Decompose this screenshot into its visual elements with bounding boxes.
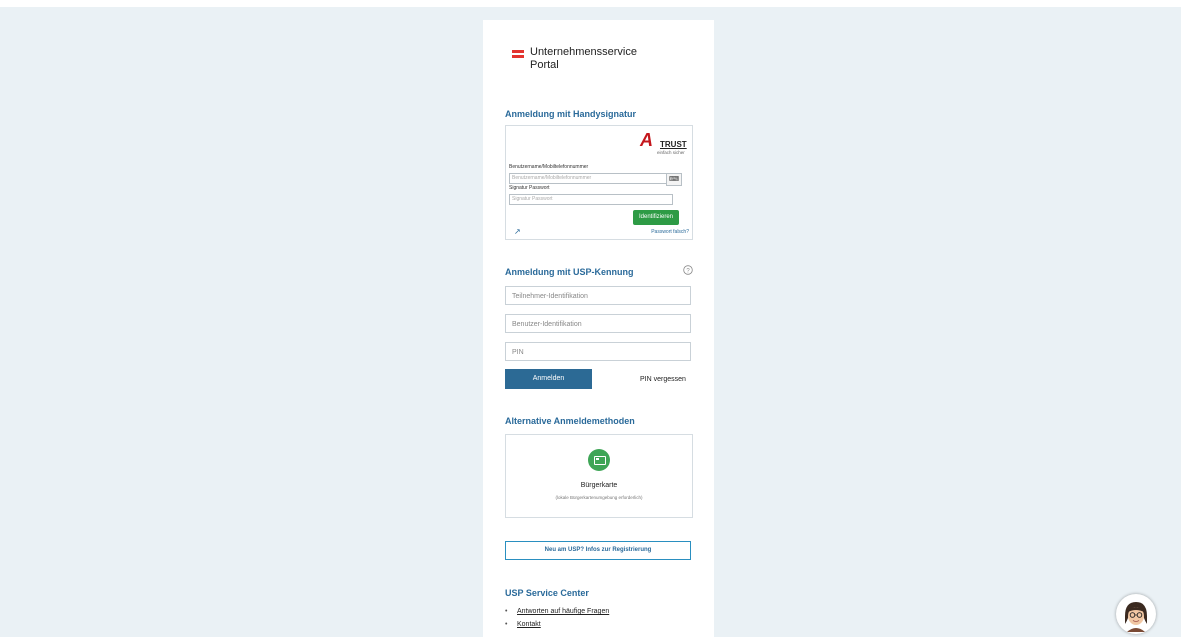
register-button[interactable]: Neu am USP? Infos zur Registrierung: [505, 541, 691, 560]
assistant-face-icon: [1118, 596, 1154, 632]
login-button[interactable]: Anmelden: [505, 369, 592, 389]
a-trust-name: TRUST: [660, 140, 687, 149]
handysignatur-title: Anmeldung mit Handysignatur: [505, 109, 637, 119]
service-center-title: USP Service Center: [505, 588, 589, 598]
service-center-links: Antworten auf häufige Fragen Kontakt: [505, 608, 609, 634]
portal-logo[interactable]: Unternehmensservice Portal: [512, 46, 637, 72]
buergerkarte-title: Bürgerkarte: [580, 482, 618, 489]
external-link-icon[interactable]: ↗: [514, 227, 521, 236]
handysignatur-frame: A TRUST einfach sicher Benutzername/Mobi…: [505, 125, 693, 240]
contact-link-item[interactable]: Kontakt: [505, 621, 609, 628]
help-circle-icon: ?: [683, 265, 693, 275]
portal-name: Unternehmensservice Portal: [530, 46, 637, 72]
faq-link[interactable]: Antworten auf häufige Fragen: [517, 608, 609, 615]
identify-button[interactable]: Identifizieren: [633, 210, 679, 225]
buergerkarte-subtitle: (lokale Bürgerkartenumgebung erforderlic…: [555, 495, 643, 500]
top-strip: [0, 0, 1181, 7]
a-trust-tagline: einfach sicher: [657, 150, 685, 155]
usp-title: Anmeldung mit USP-Kennung: [505, 267, 634, 277]
username-input[interactable]: Benutzername/Mobiltelefonnummer: [509, 173, 673, 184]
faq-link-item[interactable]: Antworten auf häufige Fragen: [505, 608, 609, 615]
contact-link[interactable]: Kontakt: [517, 621, 541, 628]
password-input[interactable]: Signatur Passwort: [509, 194, 673, 205]
show-keyboard-icon[interactable]: ⌨: [666, 173, 682, 186]
a-trust-mark: A: [640, 130, 653, 150]
user-id-input[interactable]: Benutzer-Identifikation: [505, 314, 691, 333]
help-icon[interactable]: ?: [683, 265, 693, 277]
chat-assistant-avatar-icon[interactable]: [1116, 594, 1156, 634]
buergerkarte-option[interactable]: Bürgerkarte (lokale Bürgerkartenumgebung…: [505, 434, 693, 518]
portal-name-line2: Portal: [530, 59, 559, 71]
pin-input[interactable]: PIN: [505, 342, 691, 361]
password-label: Signatur Passwort: [509, 185, 550, 191]
password-wrong-link[interactable]: Passwort falsch?: [651, 229, 689, 235]
login-card: Unternehmensservice Portal Anmeldung mit…: [483, 20, 714, 637]
username-label: Benutzername/Mobiltelefonnummer: [509, 164, 589, 170]
pin-forgot-link[interactable]: PIN vergessen: [640, 376, 686, 383]
participant-id-input[interactable]: Teilnehmer-Identifikation: [505, 286, 691, 305]
card-icon: [588, 449, 610, 471]
svg-text:?: ?: [686, 268, 690, 274]
austria-flag-icon: [512, 50, 524, 58]
alternative-title: Alternative Anmeldemethoden: [505, 416, 635, 426]
portal-name-line1: Unternehmensservice: [530, 46, 637, 58]
a-trust-logo: A TRUST einfach sicher: [640, 130, 688, 156]
